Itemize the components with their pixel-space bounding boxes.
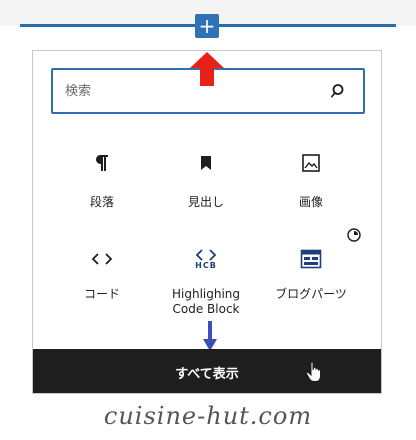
block-label-line1: Highlighing: [171, 287, 241, 301]
block-label: Highlighing Code Block: [151, 287, 261, 317]
block-item-image[interactable]: 画像: [256, 151, 366, 231]
browse-all-label: すべて表示: [175, 367, 239, 382]
hcb-icon-text: HCB: [195, 260, 217, 270]
block-item-highlighting-code-block[interactable]: HCB Highlighing Code Block: [151, 247, 261, 327]
reusable-block-badge-icon: [347, 228, 361, 242]
image-icon: [299, 151, 323, 175]
search-icon[interactable]: [331, 83, 347, 99]
search-input[interactable]: [65, 80, 305, 102]
annotation-arrow-up: [190, 52, 224, 86]
block-item-code[interactable]: コード: [47, 247, 157, 327]
block-label-line2: Code Block: [172, 302, 240, 316]
block-label: 見出し: [187, 195, 224, 209]
blog-parts-icon: [299, 247, 323, 271]
block-label: ブログパーツ: [275, 287, 347, 301]
paragraph-icon: [90, 151, 114, 175]
watermark: cuisine-hut.com: [103, 402, 313, 430]
hcb-icon: HCB: [194, 247, 218, 271]
block-item-blog-parts[interactable]: ブログパーツ: [256, 247, 366, 327]
code-icon: [90, 247, 114, 271]
block-inserter-popover: 段落 見出し 画像 コード: [32, 50, 382, 394]
browse-all-button[interactable]: すべて表示: [33, 349, 381, 393]
block-item-heading[interactable]: 見出し: [151, 151, 261, 231]
bookmark-icon: [194, 151, 218, 175]
block-label: 段落: [89, 195, 114, 209]
block-label: 画像: [298, 195, 323, 209]
block-item-paragraph[interactable]: 段落: [47, 151, 157, 231]
hand-pointer-icon: [305, 361, 321, 382]
block-label: コード: [83, 287, 120, 301]
inserter-toggle-button[interactable]: +: [195, 14, 219, 38]
